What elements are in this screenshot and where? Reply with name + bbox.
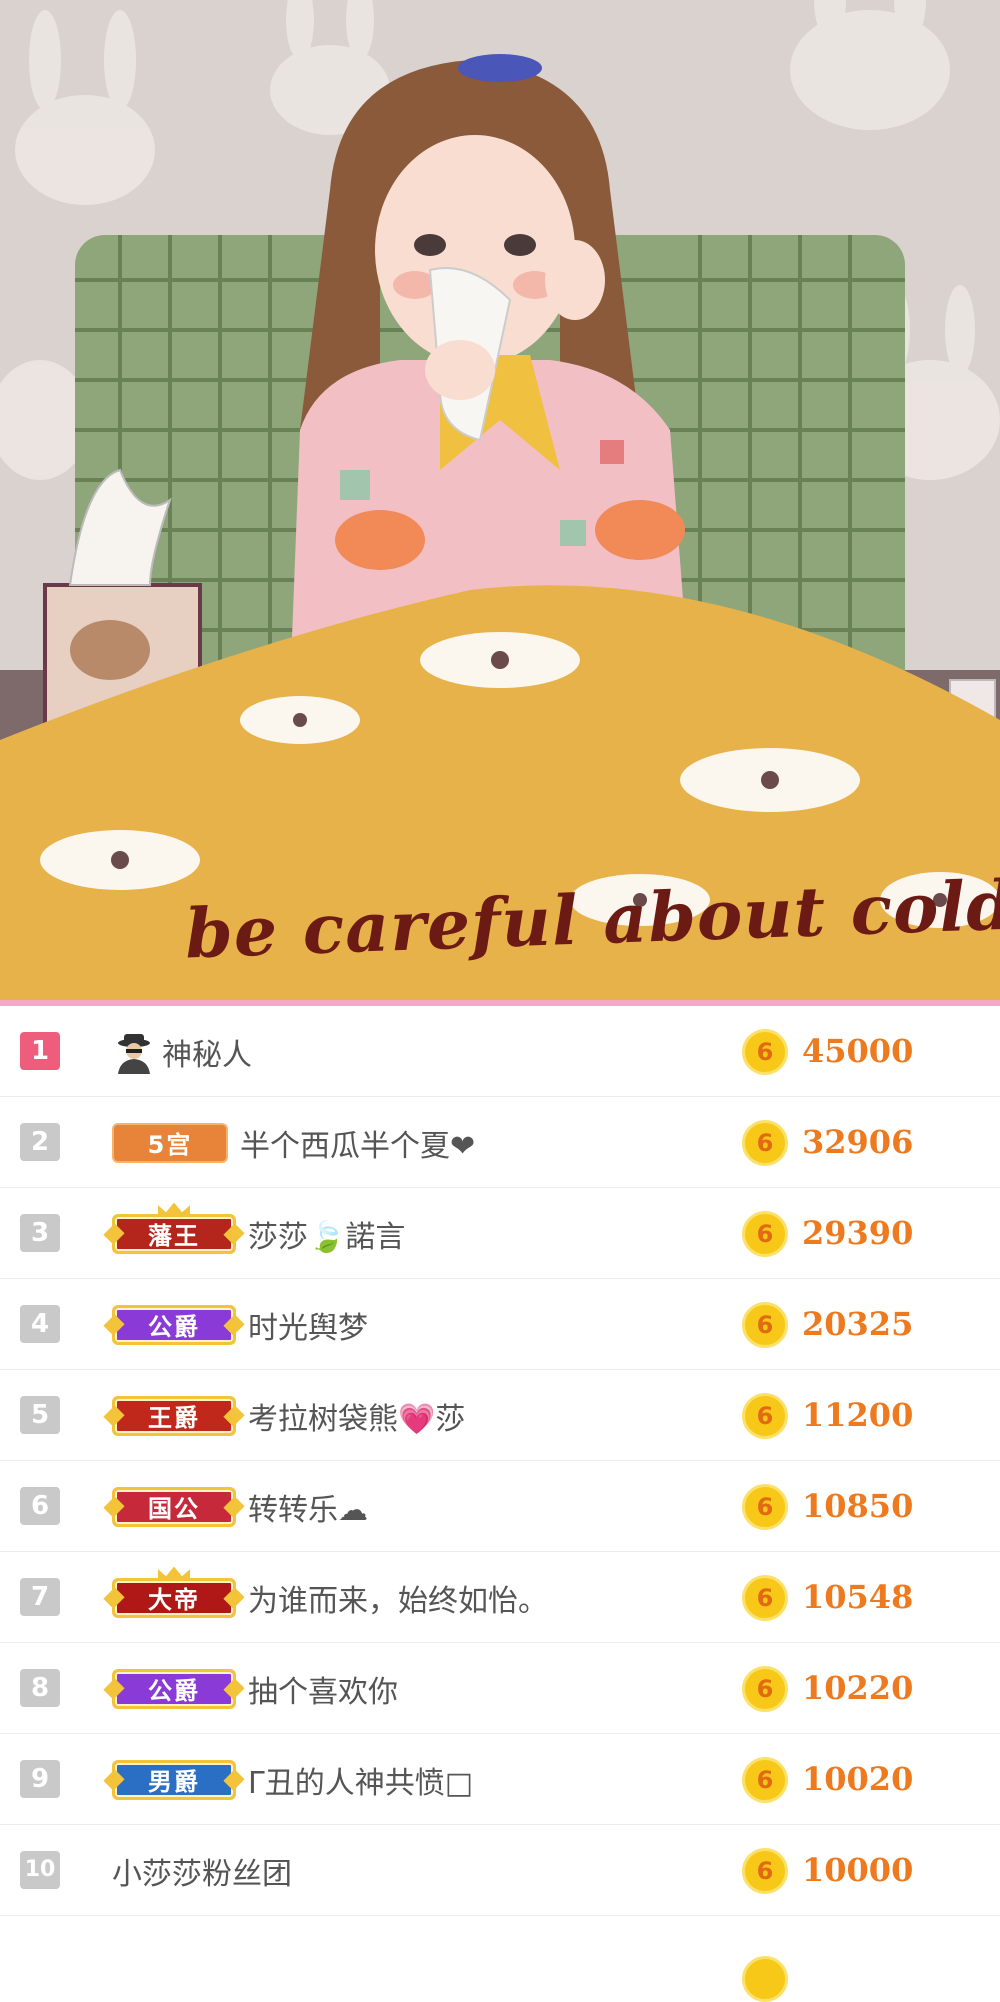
score-value: 11200 (802, 1396, 914, 1434)
level-badge: 5宫 (112, 1122, 228, 1163)
user-cell[interactable]: 男爵 Γ丑的人神共愤□ (112, 1734, 473, 1825)
user-name[interactable]: 转转乐☁ (248, 1485, 368, 1529)
user-name[interactable]: 神秘人 (162, 1030, 252, 1074)
user-name[interactable]: 半个西瓜半个夏❤ (240, 1121, 475, 1165)
user-cell[interactable]: 大帝 为谁而来，始终如怡。 (112, 1552, 548, 1643)
user-name[interactable]: 考拉树袋熊💗莎 (248, 1394, 465, 1438)
user-cell[interactable]: 公爵 抽个喜欢你 (112, 1643, 398, 1734)
coin-icon: 6 (742, 1484, 788, 1530)
rank-number: 5 (20, 1396, 60, 1434)
user-cell[interactable]: 藩王 莎莎🍃諾言 (112, 1188, 405, 1279)
sick-girl-illustration (0, 0, 1000, 1000)
badge-label: 公爵 (148, 1677, 200, 1705)
ranking-row[interactable]: 9 男爵 Γ丑的人神共愤□ 6 10020 (0, 1734, 1000, 1825)
rank-number: 1 (20, 1032, 60, 1070)
coin-icon: 6 (742, 1666, 788, 1712)
rank-number: 2 (20, 1123, 60, 1161)
ranking-row[interactable]: 5 王爵 考拉树袋熊💗莎 6 11200 (0, 1370, 1000, 1461)
badge-label: 男爵 (148, 1768, 200, 1796)
rank-number: 10 (20, 1851, 60, 1889)
user-cell[interactable]: 小莎莎粉丝团 (112, 1825, 292, 1916)
user-name[interactable]: 时光舆梦 (248, 1303, 368, 1347)
score-value: 10000 (802, 1851, 914, 1889)
noble-title-badge: 公爵 (112, 1668, 236, 1709)
ranking-row[interactable]: 8 公爵 抽个喜欢你 6 10220 (0, 1643, 1000, 1734)
coin-icon (742, 1956, 788, 2002)
ranking-row[interactable]: 7 大帝 为谁而来，始终如怡。 6 10548 (0, 1552, 1000, 1643)
banner-illustration: be careful about cold (0, 0, 1000, 1000)
ranking-row[interactable]: 6 国公 转转乐☁ 6 10850 (0, 1461, 1000, 1552)
coin-icon: 6 (742, 1393, 788, 1439)
rank-number: 8 (20, 1669, 60, 1707)
rank-number: 3 (20, 1214, 60, 1252)
noble-title-badge: 国公 (112, 1486, 236, 1527)
user-name[interactable]: 莎莎🍃諾言 (248, 1212, 405, 1256)
score-value: 10548 (802, 1578, 914, 1616)
badge-label: 大帝 (148, 1586, 200, 1614)
user-cell[interactable]: 5宫 半个西瓜半个夏❤ (112, 1097, 475, 1188)
ranking-row[interactable]: 1 神秘人 6 45000 (0, 1006, 1000, 1097)
coin-icon: 6 (742, 1029, 788, 1075)
rank-number: 7 (20, 1578, 60, 1616)
user-name[interactable]: 抽个喜欢你 (248, 1667, 398, 1711)
user-name[interactable]: 为谁而来，始终如怡。 (248, 1576, 548, 1620)
user-cell[interactable]: 国公 转转乐☁ (112, 1461, 368, 1552)
noble-title-badge: 男爵 (112, 1759, 236, 1800)
ranking-row-partial (0, 1916, 1000, 2002)
badge-label: 5宫 (147, 1131, 193, 1159)
coin-icon: 6 (742, 1575, 788, 1621)
badge-label: 藩王 (148, 1222, 200, 1250)
rank-number: 6 (20, 1487, 60, 1525)
noble-title-badge: 大帝 (112, 1566, 236, 1618)
score-value: 10020 (802, 1760, 914, 1798)
score-value: 20325 (802, 1305, 914, 1343)
crown-icon (158, 1566, 190, 1581)
coin-icon: 6 (742, 1848, 788, 1894)
score-value: 32906 (802, 1123, 914, 1161)
noble-title-badge: 公爵 (112, 1304, 236, 1345)
score-value: 29390 (802, 1214, 914, 1252)
score-value: 45000 (802, 1032, 914, 1070)
ranking-row[interactable]: 3 藩王 莎莎🍃諾言 6 29390 (0, 1188, 1000, 1279)
user-name[interactable]: Γ丑的人神共愤□ (248, 1758, 473, 1802)
user-cell[interactable]: 神秘人 (112, 1006, 252, 1097)
ranking-list: 1 神秘人 6 45000 2 5宫 半个西瓜半个夏❤ 6 32906 3 藩王 莎莎🍃諾言 6 2939… (0, 1006, 1000, 2002)
coin-icon: 6 (742, 1120, 788, 1166)
user-cell[interactable]: 公爵 时光舆梦 (112, 1279, 368, 1370)
user-cell[interactable]: 王爵 考拉树袋熊💗莎 (112, 1370, 465, 1461)
coin-icon: 6 (742, 1302, 788, 1348)
coin-icon: 6 (742, 1211, 788, 1257)
coin-icon: 6 (742, 1757, 788, 1803)
score-value: 10220 (802, 1669, 914, 1707)
badge-label: 国公 (148, 1495, 200, 1523)
noble-title-badge: 藩王 (112, 1202, 236, 1254)
score-value: 10850 (802, 1487, 914, 1525)
badge-label: 公爵 (148, 1313, 200, 1341)
ranking-row[interactable]: 4 公爵 时光舆梦 6 20325 (0, 1279, 1000, 1370)
ranking-row[interactable]: 2 5宫 半个西瓜半个夏❤ 6 32906 (0, 1097, 1000, 1188)
noble-title-badge: 王爵 (112, 1395, 236, 1436)
ranking-row[interactable]: 10 小莎莎粉丝团 6 10000 (0, 1825, 1000, 1916)
badge-label: 王爵 (148, 1404, 200, 1432)
crown-icon (158, 1202, 190, 1217)
mystery-person-icon (118, 1033, 150, 1074)
rank-number: 9 (20, 1760, 60, 1798)
user-name[interactable]: 小莎莎粉丝团 (112, 1849, 292, 1893)
rank-number: 4 (20, 1305, 60, 1343)
